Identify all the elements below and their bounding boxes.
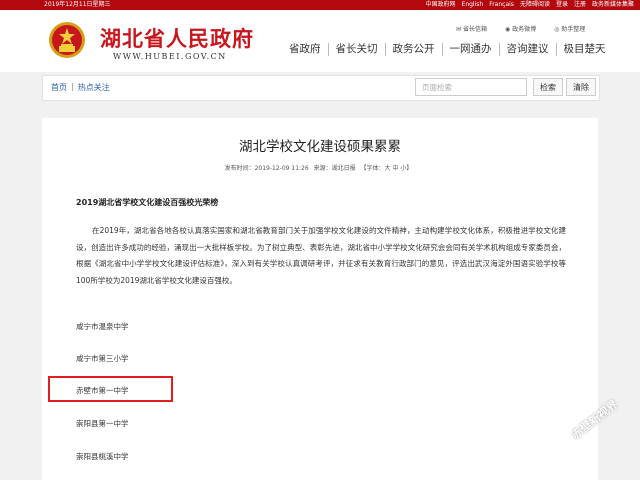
publish-time: 发布时间：2019-12-09 11:26	[224, 165, 309, 172]
current-date: 2019年12月11日星期三	[44, 1, 111, 8]
list-item: 咸宁市温泉中学	[76, 322, 129, 331]
assistant-label: 助手整理	[561, 26, 586, 33]
link-french[interactable]: Français	[489, 0, 514, 10]
breadcrumb-separator: |	[71, 82, 74, 91]
link-register[interactable]: 注册	[574, 0, 586, 10]
breadcrumb-home[interactable]: 首页	[51, 82, 67, 93]
link-accessible[interactable]: 无障碍阅读	[520, 0, 550, 10]
link-gov[interactable]: 中国政府网	[426, 0, 456, 10]
article-panel: 湖北学校文化建设硕果累累 发布时间：2019-12-09 11:26 来源：湖北…	[42, 118, 598, 480]
font-size-toggle[interactable]: 【字体：大 中 小】	[361, 165, 413, 172]
breadcrumb-bar: 首页 | 热点关注 页面检索 检索 清除	[42, 75, 600, 101]
article-title: 湖北学校文化建设硕果累累	[239, 139, 401, 155]
article-subtitle: 2019湖北省学校文化建设百强校光荣榜	[76, 198, 219, 207]
article-source: 来源：湖北日报	[313, 165, 356, 172]
clear-button[interactable]: 清除	[566, 78, 596, 96]
site-title[interactable]: 湖北省人民政府	[100, 23, 254, 53]
nav-consult[interactable]: 咨询建议	[498, 43, 556, 56]
nav-online-service[interactable]: 一网通办	[441, 43, 499, 56]
nav-public-affairs[interactable]: 政务公开	[384, 43, 442, 56]
top-links: 中国政府网 English Français 无障碍阅读 登录 注册 政务新媒体…	[426, 0, 634, 10]
mailbox-label: 省长信箱	[462, 26, 487, 33]
link-login[interactable]: 登录	[556, 0, 568, 10]
highlight-box	[48, 376, 173, 402]
article-paragraph: 在2019年，湖北省各地各校认真落实国家和湖北省教育部门关于加强学校文化建设的文…	[76, 226, 566, 285]
weibo-label: 政务微博	[512, 26, 537, 33]
link-english[interactable]: English	[462, 0, 484, 10]
search-button[interactable]: 检索	[533, 78, 563, 96]
national-emblem-icon[interactable]	[48, 20, 86, 60]
site-url: WWW.HUBEI.GOV.CN	[113, 52, 227, 61]
breadcrumb-current[interactable]: 热点关注	[78, 82, 110, 93]
breadcrumb: 首页 | 热点关注	[51, 82, 110, 93]
nav-chutian[interactable]: 极目楚天	[555, 43, 613, 56]
search-input[interactable]: 页面检索	[415, 78, 527, 96]
main-nav: 省政府 省长关切 政务公开 一网通办 咨询建议 极目楚天	[282, 43, 613, 56]
site-header: 湖北省人民政府 WWW.HUBEI.GOV.CN ✉ 省长信箱 ◉ 政务微博 ◎…	[0, 10, 640, 72]
article-meta: 发布时间：2019-12-09 11:26 来源：湖北日报 【字体：大 中 小】	[42, 163, 598, 172]
weibo-link[interactable]: ◉ 政务微博	[505, 24, 536, 33]
link-new-media[interactable]: 政务新媒体集聚	[592, 0, 634, 10]
top-bar: 2019年12月11日星期三 中国政府网 English Français 无障…	[0, 0, 640, 10]
mailbox-link[interactable]: ✉ 省长信箱	[456, 24, 487, 33]
list-item: 崇阳县第一中学	[76, 419, 129, 428]
nav-provincial-gov[interactable]: 省政府	[282, 43, 328, 56]
list-item: 崇阳县桃溪中学	[76, 452, 129, 461]
nav-governor[interactable]: 省长关切	[327, 43, 385, 56]
assistant-link[interactable]: ◎ 助手整理	[554, 24, 585, 33]
utility-links: ✉ 省长信箱 ◉ 政务微博 ◎ 助手整理	[456, 24, 585, 33]
list-item: 咸宁市第三小学	[76, 354, 129, 363]
